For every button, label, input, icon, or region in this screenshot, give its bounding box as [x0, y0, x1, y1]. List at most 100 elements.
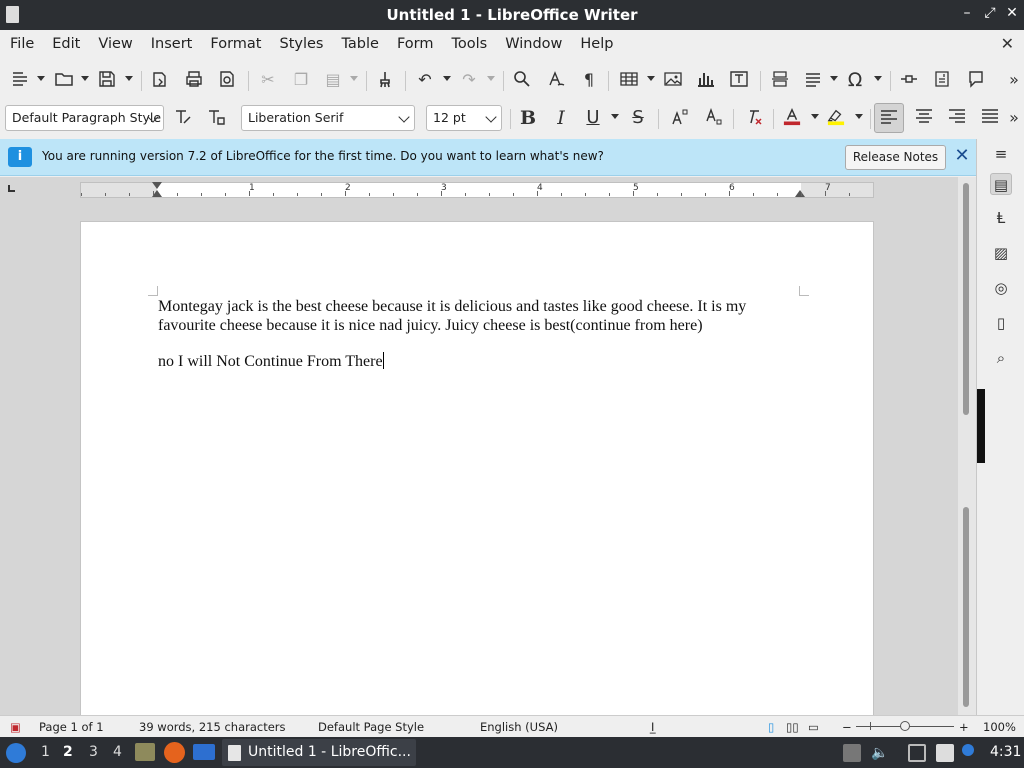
menu-form[interactable]: Form [388, 36, 443, 52]
zoom-in-button[interactable]: + [959, 720, 969, 734]
page-style[interactable]: Default Page Style [318, 720, 424, 734]
release-notes-button[interactable]: Release Notes [845, 145, 946, 170]
document-page[interactable]: Montegay jack is the best cheese because… [80, 221, 874, 715]
file-manager-icon[interactable] [135, 743, 155, 761]
new-dropdown-icon[interactable] [37, 76, 45, 81]
menu-tools[interactable]: Tools [443, 36, 497, 52]
font-color-icon[interactable] [782, 108, 802, 128]
sidebar-menu-icon[interactable]: ≡ [990, 143, 1012, 165]
bold-button[interactable]: B [518, 108, 538, 128]
insert-field-icon[interactable] [803, 70, 823, 90]
field-dropdown-icon[interactable] [830, 76, 838, 81]
clear-formatting-icon[interactable] [744, 108, 764, 128]
export-icon[interactable] [150, 70, 170, 90]
gallery-icon[interactable]: ▨ [990, 242, 1012, 264]
formatting-marks-icon[interactable]: ¶ [579, 70, 599, 90]
new-document-icon[interactable] [10, 70, 30, 90]
workspace-1[interactable]: 1 [41, 744, 50, 760]
underline-button[interactable]: U [583, 108, 603, 128]
zoom-slider-handle[interactable] [900, 721, 910, 731]
workspace-2[interactable]: 2 [63, 744, 73, 760]
manage-changes-icon[interactable]: ⌕ [990, 347, 1012, 369]
workspace-3[interactable]: 3 [89, 744, 98, 760]
table-dropdown-icon[interactable] [647, 76, 655, 81]
zoom-out-button[interactable]: − [842, 720, 852, 734]
menu-edit[interactable]: Edit [43, 36, 89, 52]
multi-page-view-icon[interactable]: ▯▯ [786, 720, 799, 734]
menu-view[interactable]: View [89, 36, 141, 52]
menu-file[interactable]: File [0, 36, 43, 52]
vertical-scrollbar[interactable] [958, 177, 976, 715]
updates-icon[interactable] [843, 744, 861, 762]
font-size-select[interactable]: 12 pt [426, 105, 502, 131]
insert-image-icon[interactable] [663, 70, 683, 90]
maximize-button[interactable]: ⤢ [981, 5, 999, 21]
right-indent-handle[interactable] [795, 190, 805, 197]
menu-format[interactable]: Format [201, 36, 270, 52]
highlight-dropdown-icon[interactable] [855, 114, 863, 119]
undo-icon[interactable]: ↶ [415, 70, 435, 90]
insert-chart-icon[interactable] [696, 70, 716, 90]
zoom-level[interactable]: 100% [983, 720, 1016, 734]
copy-icon[interactable]: ❐ [291, 70, 311, 90]
desktop-icon[interactable] [193, 744, 215, 760]
font-name-select[interactable]: Liberation Serif [241, 105, 415, 131]
single-page-view-icon[interactable]: ▯ [768, 720, 774, 734]
first-line-indent-handle[interactable] [152, 182, 162, 189]
strikethrough-button[interactable]: S [628, 108, 648, 128]
update-style-icon[interactable] [173, 108, 193, 128]
paragraph-style-select[interactable]: Default Paragraph Style [5, 105, 164, 131]
menu-help[interactable]: Help [571, 36, 622, 52]
align-center-icon[interactable] [914, 108, 934, 128]
sidebar-collapse-handle[interactable] [977, 389, 985, 463]
page-count[interactable]: Page 1 of 1 [39, 720, 104, 734]
cut-icon[interactable]: ✂ [258, 70, 278, 90]
menu-styles[interactable]: Styles [270, 36, 332, 52]
print-icon[interactable] [184, 70, 204, 90]
justify-icon[interactable] [980, 108, 1000, 128]
spelling-icon[interactable] [546, 70, 566, 90]
insert-mode-icon[interactable]: I̲ [651, 720, 654, 734]
document-text[interactable]: Montegay jack is the best cheese because… [158, 297, 758, 388]
more-formatting-icon[interactable]: » [1004, 108, 1024, 128]
horizontal-ruler[interactable]: 1 2 3 4 5 6 7 [80, 182, 874, 198]
start-menu-icon[interactable] [6, 743, 26, 763]
page-icon[interactable]: ▯ [990, 312, 1012, 334]
paste-icon[interactable]: ▤ [323, 70, 343, 90]
align-right-icon[interactable] [947, 108, 967, 128]
special-character-icon[interactable]: Ω [845, 70, 865, 90]
close-window-button[interactable]: ✕ [1003, 5, 1021, 21]
workspace-4[interactable]: 4 [113, 744, 122, 760]
info-close-button[interactable]: ✕ [952, 146, 972, 166]
book-view-icon[interactable]: ▭ [808, 720, 819, 734]
superscript-icon[interactable] [670, 108, 690, 128]
italic-button[interactable]: I [551, 108, 571, 128]
align-left-button[interactable] [874, 103, 904, 133]
clone-formatting-icon[interactable] [375, 70, 395, 90]
document-modified-icon[interactable]: ▣ [10, 720, 21, 734]
new-style-icon[interactable] [206, 108, 226, 128]
underline-dropdown-icon[interactable] [611, 114, 619, 119]
styles-icon[interactable]: Ⱡ [990, 207, 1012, 229]
tab-stop-icon[interactable] [8, 185, 15, 192]
redo-dropdown-icon[interactable] [487, 76, 495, 81]
insert-textbox-icon[interactable] [729, 70, 749, 90]
scrollbar-track[interactable] [963, 507, 969, 707]
paste-dropdown-icon[interactable] [350, 76, 358, 81]
close-document-button[interactable]: ✕ [1001, 34, 1014, 53]
notification-icon[interactable] [962, 744, 974, 756]
highlight-color-icon[interactable] [826, 108, 846, 128]
menu-table[interactable]: Table [332, 36, 388, 52]
undo-dropdown-icon[interactable] [443, 76, 451, 81]
menu-insert[interactable]: Insert [142, 36, 202, 52]
find-replace-icon[interactable] [512, 70, 532, 90]
open-folder-icon[interactable] [54, 70, 74, 90]
hyperlink-icon[interactable] [899, 70, 919, 90]
word-count[interactable]: 39 words, 215 characters [139, 720, 286, 734]
comment-icon[interactable] [966, 70, 986, 90]
navigator-icon[interactable]: ◎ [990, 277, 1012, 299]
open-dropdown-icon[interactable] [81, 76, 89, 81]
footnote-icon[interactable] [932, 70, 952, 90]
insert-table-icon[interactable] [619, 70, 639, 90]
properties-icon[interactable]: ▤ [990, 173, 1012, 195]
